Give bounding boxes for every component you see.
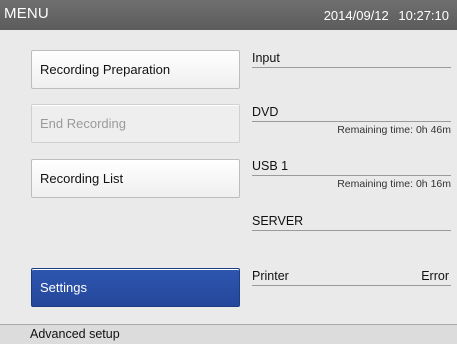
dvd-label: DVD (252, 105, 279, 119)
status-input: Input (252, 51, 451, 68)
footer-hint-text: Advanced setup (30, 327, 120, 341)
status-usb1: USB 1 Remaining time: 0h 16m (252, 159, 451, 190)
title-bar: MENU 2014/09/12 10:27:10 (0, 0, 457, 30)
divider (252, 121, 451, 122)
window-title: MENU (4, 5, 49, 22)
printer-status-badge: Error (421, 269, 449, 283)
dvd-remaining-time: Remaining time: 0h 46m (337, 124, 451, 136)
status-printer: Printer Error (252, 269, 451, 286)
status-server: SERVER (252, 214, 451, 231)
status-dvd: DVD Remaining time: 0h 46m (252, 105, 451, 136)
divider (252, 285, 451, 286)
date-text: 2014/09/12 (323, 8, 389, 23)
divider (252, 67, 451, 68)
settings-button[interactable]: Settings (31, 268, 240, 307)
time-text: 10:27:10 (398, 8, 449, 23)
menu-window: MENU 2014/09/12 10:27:10 Recording Prepa… (0, 0, 457, 344)
usb1-remaining-time: Remaining time: 0h 16m (337, 178, 451, 190)
usb1-label: USB 1 (252, 159, 289, 173)
server-label: SERVER (252, 214, 304, 228)
footer-hint-bar: Advanced setup (0, 324, 457, 344)
divider (252, 230, 451, 231)
recording-preparation-button[interactable]: Recording Preparation (31, 50, 240, 89)
input-label: Input (252, 51, 280, 65)
recording-list-button[interactable]: Recording List (31, 159, 240, 198)
end-recording-button: End Recording (31, 104, 240, 143)
divider (252, 175, 451, 176)
menu-panel: Recording Preparation End Recording Reco… (0, 30, 457, 324)
datetime-display: 2014/09/12 10:27:10 (318, 8, 449, 23)
